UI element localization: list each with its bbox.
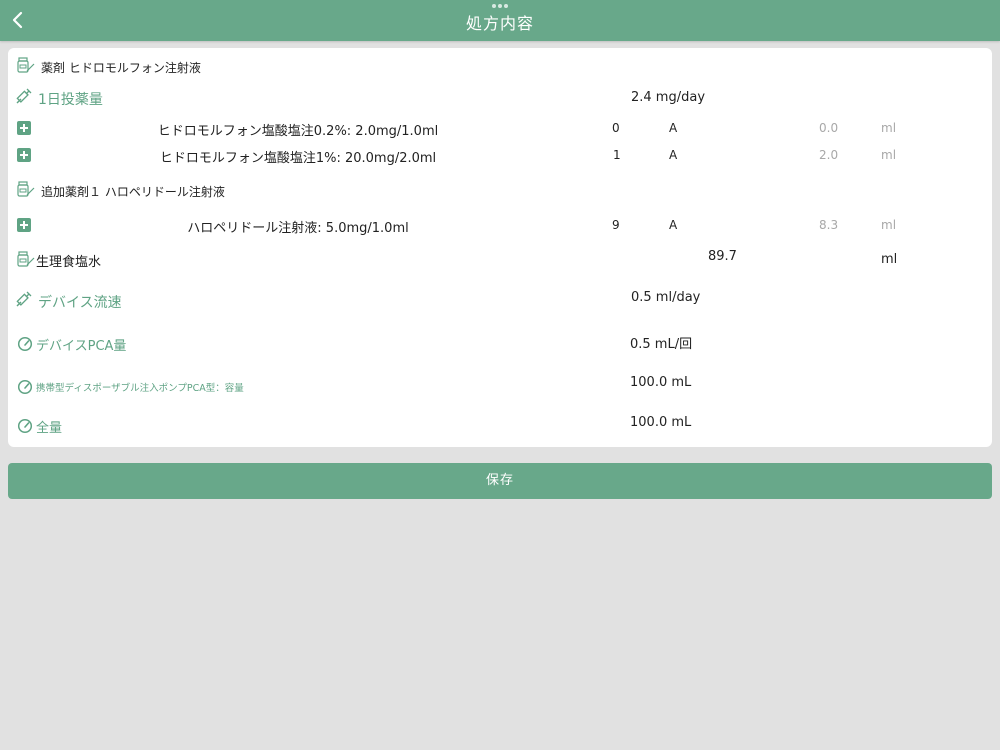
additional-drug-title: 追加薬剤１ ハロペリドール注射液 [41,185,225,199]
ingredient-volume: 2.0 [819,148,839,162]
ingredient-volume: 8.3 [819,218,839,232]
ingredient-volume: 0.0 [819,121,839,135]
navigation-bar: 処方内容 [0,0,1000,41]
prescription-card: 薬剤 ヒドロモルフォン注射液 1日投薬量 2.4 mg/day ヒドロモルフォン… [8,48,992,447]
ingredient-unit: A [669,121,678,135]
total-value: 100.0 mL [630,415,692,430]
daily-dose-label: 1日投薬量 [38,92,103,108]
device-pca-value[interactable]: 0.5 mL/回 [630,333,692,352]
syringe-icon [14,289,34,313]
ingredient-unit: A [669,148,678,162]
ingredient-unit: A [669,218,678,232]
add-ingredient-button[interactable] [17,148,31,162]
ingredient-name: ハロペリドール注射液: 5.0mg/1.0ml [187,221,409,236]
drug-title: 薬剤 ヒドロモルフォン注射液 [41,61,201,75]
device-flow-label: デバイス流速 [38,295,122,311]
ingredient-name: ヒドロモルフォン塩酸塩注1%: 20.0mg/2.0ml [159,151,437,166]
total-label: 全量 [36,421,63,436]
medicine-bottle-icon [17,251,35,271]
daily-dose-value: 2.4 mg/day [631,90,706,105]
ingredient-qty[interactable]: 0 [612,121,620,135]
add-ingredient-button[interactable] [17,218,31,232]
device-pca-label: デバイスPCA量 [36,339,127,354]
gauge-icon [17,379,33,399]
ingredient-volume-unit: ml [881,121,897,135]
pump-capacity-value[interactable]: 100.0 mL [630,375,691,390]
ingredient-qty[interactable]: 1 [613,148,621,162]
save-button[interactable]: 保存 [8,463,992,499]
saline-unit: ml [881,252,898,267]
ingredient-volume-unit: ml [881,148,897,162]
device-flow-value[interactable]: 0.5 ml/day [631,290,700,305]
ingredient-qty[interactable]: 9 [612,218,620,232]
gauge-icon [17,336,33,356]
saline-label: 生理食塩水 [36,255,102,270]
page-title: 処方内容 [465,14,534,33]
pump-capacity-label: 携帯型ディスポーザブル注入ポンプPCA型：容量 [36,383,244,394]
ingredient-volume-unit: ml [881,218,897,232]
more-dots-icon [492,4,508,8]
syringe-icon [14,86,34,110]
saline-value[interactable]: 89.7 [708,249,737,264]
medicine-bottle-icon [17,57,35,77]
gauge-icon [17,418,33,438]
medicine-bottle-icon [17,181,35,201]
add-ingredient-button[interactable] [17,121,31,135]
ingredient-name: ヒドロモルフォン塩酸塩注0.2%: 2.0mg/1.0ml [157,124,439,139]
